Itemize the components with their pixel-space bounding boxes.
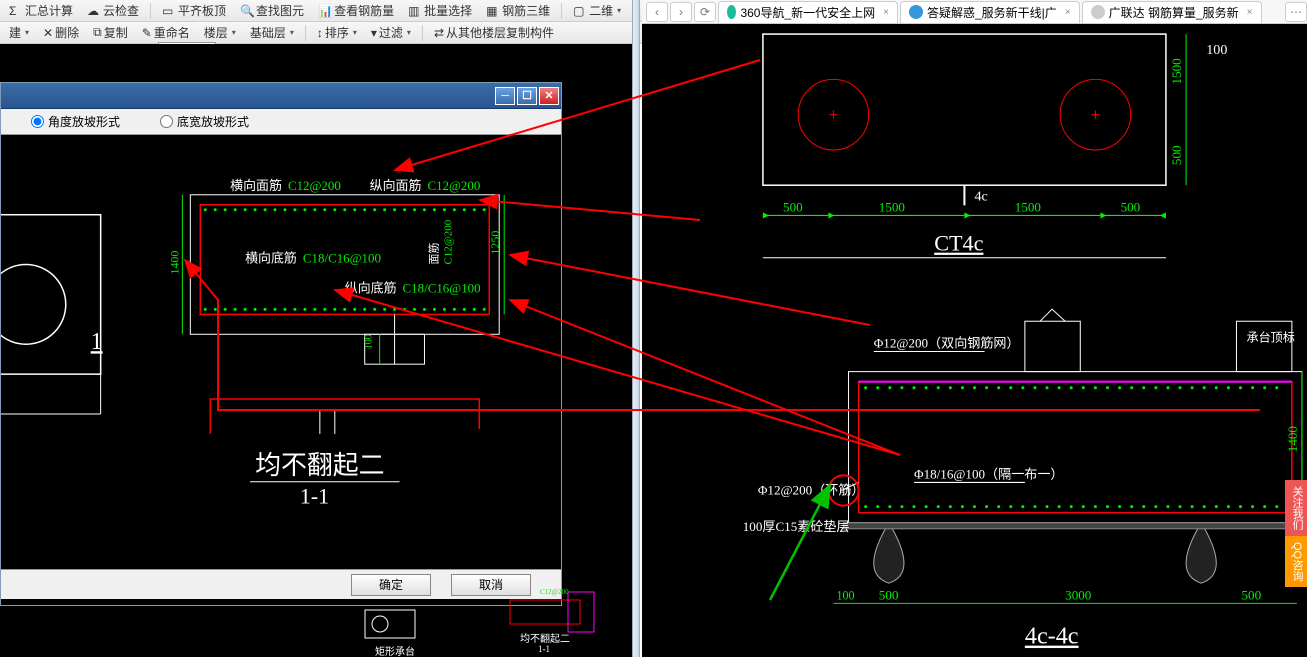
svg-text:1500: 1500 xyxy=(1169,58,1184,85)
side-tab-qq[interactable]: QQ咨询 xyxy=(1285,536,1307,587)
section-title: 均不翻起二 xyxy=(255,451,384,480)
tb-find[interactable]: 🔍查找图元 xyxy=(235,0,309,21)
svg-text:C12@200: C12@200 xyxy=(442,219,454,264)
vertical-splitter[interactable] xyxy=(632,0,640,657)
nav-refresh[interactable]: ⟳ xyxy=(694,2,716,22)
dialog-window: ─ ☐ ✕ 角度放坡形式 底宽放坡形式 1 xyxy=(0,82,562,606)
tb-copy[interactable]: ⧉ 复制 xyxy=(88,22,133,43)
cancel-button[interactable]: 取消 xyxy=(451,574,531,596)
side-tabs: 关注我们 QQ咨询 xyxy=(1285,480,1307,587)
v-bot-rebar-val: C18/C16@100 xyxy=(403,280,481,295)
side-tab-follow[interactable]: 关注我们 xyxy=(1285,480,1307,536)
tab-faq[interactable]: 答疑解惑_服务新干线|广× xyxy=(900,1,1080,23)
v-top-rebar-label: 纵向面筋 xyxy=(370,178,422,193)
svg-text:面筋: 面筋 xyxy=(426,243,440,265)
svg-text:500: 500 xyxy=(1241,587,1261,602)
tb-floor[interactable]: 楼层 xyxy=(199,22,241,43)
tab-glodon[interactable]: 广联达 钢筋算量_服务新× xyxy=(1082,1,1262,23)
svg-text:3000: 3000 xyxy=(1065,587,1092,602)
svg-text:100: 100 xyxy=(1206,42,1227,58)
dialog-cad-area[interactable]: 1 横向面筋 C12@200 纵向面筋 C12@200 横向底筋 xyxy=(1,135,561,565)
tb-sort[interactable]: ↕ 排序 xyxy=(312,22,362,43)
svg-text:Φ12@200（双向钢筋网）: Φ12@200（双向钢筋网） xyxy=(874,334,1020,350)
opt-angle[interactable]: 角度放坡形式 xyxy=(31,113,120,130)
svg-text:4c: 4c xyxy=(974,188,987,204)
dialog-titlebar[interactable]: ─ ☐ ✕ xyxy=(1,83,561,109)
tb-batch[interactable]: ▥批量选择 xyxy=(403,0,477,21)
svg-text:500: 500 xyxy=(879,587,899,602)
svg-text:CT4c: CT4c xyxy=(934,231,983,256)
tb-flat[interactable]: ▭平齐板顶 xyxy=(157,0,231,21)
h-bot-rebar-label: 横向底筋 xyxy=(245,251,297,266)
tab-overflow[interactable]: ⋯ xyxy=(1285,2,1307,22)
dialog-buttons: 确定 取消 xyxy=(1,569,561,599)
tb-cloud[interactable]: ☁云检查 xyxy=(82,0,144,21)
mark-1: 1 xyxy=(91,329,103,355)
svg-text:1500: 1500 xyxy=(879,199,906,214)
nav-fwd[interactable]: › xyxy=(670,2,692,22)
svg-text:100: 100 xyxy=(364,334,375,349)
nav-back[interactable]: ‹ xyxy=(646,2,668,22)
svg-text:100厚C15素砼垫层: 100厚C15素砼垫层 xyxy=(743,519,850,534)
tb-2d[interactable]: ▢二维 xyxy=(568,0,626,21)
ok-button[interactable]: 确定 xyxy=(351,574,431,596)
tb-rebar3d[interactable]: ▦钢筋三维 xyxy=(481,0,555,21)
svg-text:承台顶标: 承台顶标 xyxy=(1247,329,1295,344)
h-bot-rebar-val: C18/C16@100 xyxy=(303,251,381,266)
svg-text:500: 500 xyxy=(1169,145,1184,165)
close-button[interactable]: ✕ xyxy=(539,87,559,105)
tb-new[interactable]: 建 xyxy=(4,22,34,43)
svg-text:500: 500 xyxy=(1121,199,1141,214)
tb-filter[interactable]: ▾ 过滤 xyxy=(366,22,416,43)
v-bot-rebar-label: 纵向底筋 xyxy=(345,280,397,295)
svg-text:1400: 1400 xyxy=(167,251,181,275)
dialog-options: 角度放坡形式 底宽放坡形式 xyxy=(1,109,561,135)
right-canvas[interactable]: 4c 500 1500 1500 500 1500 500 100 CT4c xyxy=(642,24,1307,657)
svg-text:500: 500 xyxy=(783,199,803,214)
tab-360[interactable]: 360导航_新一代安全上网× xyxy=(718,1,898,23)
close-icon[interactable]: × xyxy=(883,7,889,18)
maximize-button[interactable]: ☐ xyxy=(517,87,537,105)
section-sub: 1-1 xyxy=(300,484,329,509)
svg-text:1500: 1500 xyxy=(1015,199,1042,214)
minimize-button[interactable]: ─ xyxy=(495,87,515,105)
tb-baselayer[interactable]: 基础层 xyxy=(245,22,299,43)
svg-text:1250: 1250 xyxy=(488,231,502,255)
v-top-rebar-val: C12@200 xyxy=(427,178,480,193)
tb-sum[interactable]: Σ汇总计算 xyxy=(4,0,78,21)
close-icon[interactable]: × xyxy=(1247,7,1253,18)
tb-delete[interactable]: ✕ 删除 xyxy=(38,22,84,43)
opt-width[interactable]: 底宽放坡形式 xyxy=(160,113,249,130)
svg-text:1400: 1400 xyxy=(1285,426,1300,453)
tb-view-rebar[interactable]: 📊查看钢筋量 xyxy=(313,0,399,21)
svg-text:Φ12@200（环筋）: Φ12@200（环筋） xyxy=(758,482,865,498)
close-icon[interactable]: × xyxy=(1065,7,1071,18)
tb-rename[interactable]: ✎ 重命名 xyxy=(137,22,195,43)
h-top-rebar-label: 横向面筋 xyxy=(230,178,282,193)
browser-tabs: ‹ › ⟳ 360导航_新一代安全上网× 答疑解惑_服务新干线|广× 广联达 钢… xyxy=(642,0,1307,24)
tb-copyfloor[interactable]: ⇄ 从其他楼层复制构件 xyxy=(429,22,559,43)
svg-text:100: 100 xyxy=(836,588,854,602)
svg-text:Φ18/16@100（隔一布一）: Φ18/16@100（隔一布一） xyxy=(914,466,1063,481)
h-top-rebar-val: C12@200 xyxy=(288,178,341,193)
svg-text:4c-4c: 4c-4c xyxy=(1025,623,1079,650)
